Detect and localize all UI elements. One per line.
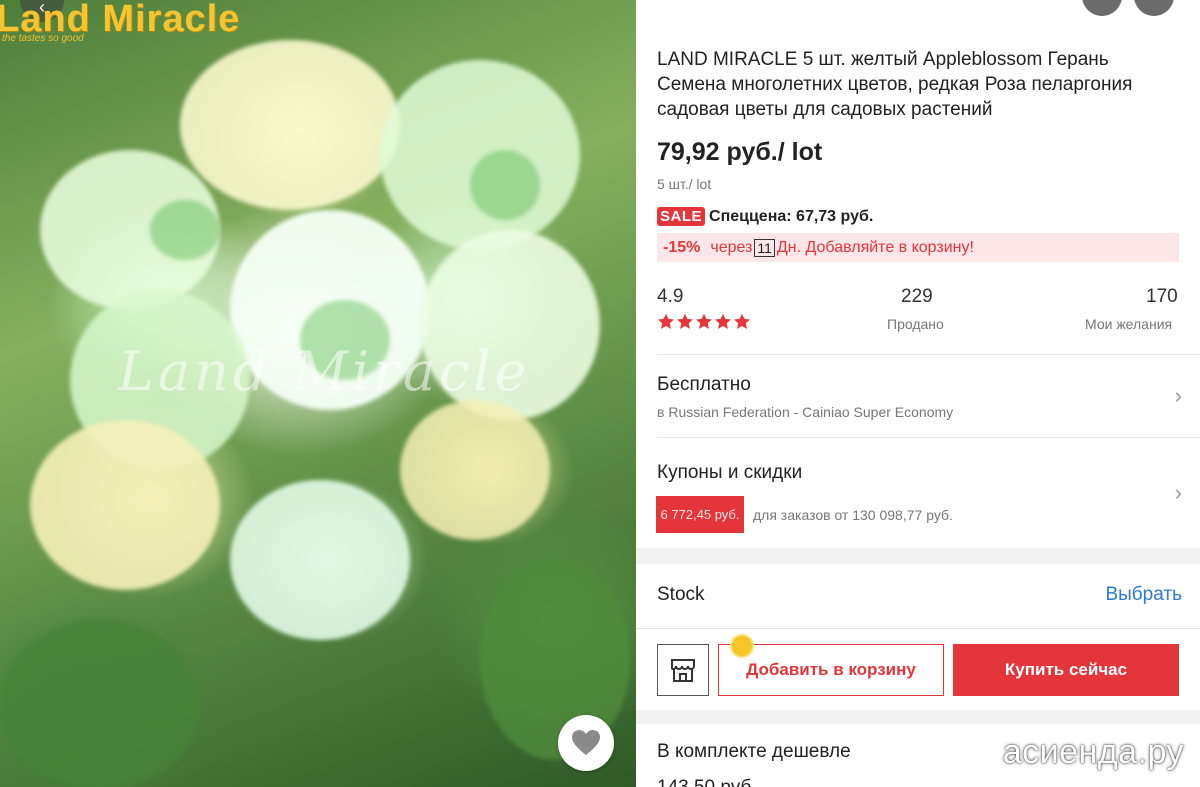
rating-value: 4.9 (657, 286, 684, 307)
coin-icon (730, 634, 754, 658)
star-icon (658, 313, 674, 329)
wishes-label: Мои желания (1085, 316, 1173, 332)
stock-label: Stock (657, 584, 705, 605)
wishes-count: 170 (1146, 286, 1178, 307)
star-icon (734, 313, 750, 329)
promo-days: 11 (754, 238, 775, 257)
rating-stars (657, 313, 751, 330)
star-icon (677, 313, 693, 329)
product-unit: 5 шт./ lot (657, 176, 712, 192)
store-icon (670, 659, 695, 682)
special-price: Спеццена: 67,73 руб. (709, 207, 874, 225)
coupon-amount: 6 772,45 руб. (656, 496, 744, 533)
product-photo[interactable]: ‹ Land Miracle the tastes so good Land M… (0, 0, 636, 787)
cart-icon[interactable] (1134, 0, 1174, 16)
buy-now-button[interactable]: Купить сейчас (953, 644, 1179, 696)
product-info-panel: LAND MIRACLE 5 шт. желтый Appleblossom Г… (636, 0, 1200, 787)
wishlist-button[interactable] (558, 715, 614, 771)
section-separator (636, 548, 1200, 564)
chevron-right-icon: › (1174, 480, 1182, 505)
promo-discount: -15% (663, 238, 701, 256)
promo-banner: -15% через 11 Дн. Добавляйте в корзину! (657, 233, 1179, 262)
sold-count: 229 (901, 286, 933, 307)
brand-tagline: the tastes so good (2, 33, 84, 44)
image-watermark: Land Miracle (118, 340, 531, 403)
divider (636, 628, 1200, 629)
heart-icon (572, 730, 600, 755)
star-icon (715, 313, 731, 329)
store-button[interactable] (657, 644, 709, 696)
product-title: LAND MIRACLE 5 шт. желтый Appleblossom Г… (657, 49, 1133, 120)
sold-label: Продано (887, 316, 944, 332)
site-watermark: асиенда.ру (1002, 733, 1184, 771)
chevron-right-icon: › (1174, 383, 1182, 408)
divider (657, 354, 1200, 355)
star-icon (696, 313, 712, 329)
share-icon[interactable] (1082, 0, 1122, 16)
sale-badge: SALE (657, 207, 706, 226)
special-price-row: SALE Спеццена: 67,73 руб. (657, 207, 873, 226)
shipping-title: Бесплатно (657, 374, 751, 395)
coupon-condition: для заказов от 130 098,77 руб. (753, 507, 953, 523)
product-price: 79,92 руб./ lot (657, 138, 823, 166)
promo-after-days: Дн. Добавляйте в корзину! (776, 238, 974, 256)
shipping-method: в Russian Federation - Cainiao Super Eco… (657, 404, 954, 420)
bundle-price: 143,50 руб. (657, 777, 757, 787)
bundle-title: В комплекте дешевле (657, 741, 851, 762)
divider (657, 437, 1200, 438)
stock-select-link[interactable]: Выбрать (1105, 584, 1182, 606)
section-separator (636, 710, 1200, 724)
coupons-title: Купоны и скидки (657, 462, 803, 483)
promo-before-days: через (710, 238, 753, 256)
